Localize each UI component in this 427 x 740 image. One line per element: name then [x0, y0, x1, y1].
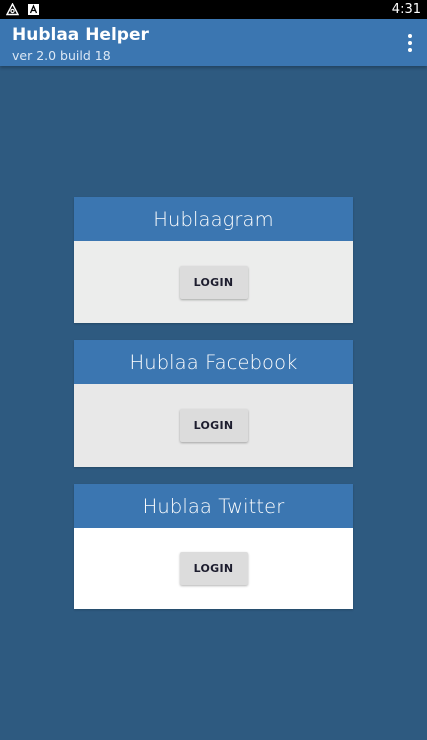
overflow-menu-icon[interactable]	[399, 31, 421, 55]
card-body: LOGIN	[74, 241, 353, 323]
twitter-login-button[interactable]: LOGIN	[179, 552, 248, 585]
app-bar: Hublaa Helper ver 2.0 build 18	[0, 19, 427, 66]
hublaagram-login-button[interactable]: LOGIN	[179, 265, 248, 299]
card-title-hublaa-twitter: Hublaa Twitter	[74, 484, 353, 528]
card-body: LOGIN	[74, 384, 353, 467]
hotspot-icon	[6, 3, 19, 16]
hublaa-twitter-card: Hublaa Twitter LOGIN	[74, 484, 353, 609]
facebook-login-button[interactable]: LOGIN	[179, 409, 248, 442]
status-time: 4:31	[391, 2, 421, 17]
hublaagram-card: Hublaagram LOGIN	[74, 197, 353, 323]
card-title-hublaagram: Hublaagram	[74, 197, 353, 241]
card-body: LOGIN	[74, 528, 353, 609]
status-bar: 4:31	[0, 0, 427, 19]
app-title: Hublaa Helper	[12, 25, 149, 45]
status-icons	[6, 3, 40, 16]
card-title-hublaa-facebook: Hublaa Facebook	[74, 340, 353, 384]
android-a-icon	[27, 3, 40, 16]
app-subtitle: ver 2.0 build 18	[12, 48, 111, 63]
hublaa-facebook-card: Hublaa Facebook LOGIN	[74, 340, 353, 467]
